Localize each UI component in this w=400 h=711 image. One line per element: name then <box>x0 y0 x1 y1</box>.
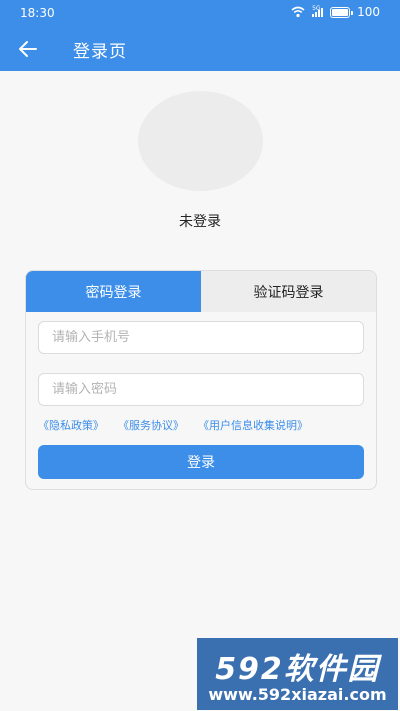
battery-percent: 100 <box>357 5 380 19</box>
tab-code-login[interactable]: 验证码登录 <box>201 271 376 312</box>
status-bar: 18:30 5G 100 <box>0 0 400 27</box>
login-button[interactable]: 登录 <box>38 445 364 479</box>
service-agreement-link[interactable]: 《服务协议》 <box>118 417 184 433</box>
status-time: 18:30 <box>20 6 55 20</box>
signal-icon: 5G <box>312 4 324 17</box>
app-bar: 登录页 <box>0 27 400 71</box>
phone-input[interactable] <box>38 321 364 354</box>
privacy-policy-link[interactable]: 《隐私政策》 <box>38 417 104 433</box>
page-title: 登录页 <box>73 42 127 62</box>
arrow-left-icon[interactable] <box>16 37 40 61</box>
status-icons: 5G 100 <box>291 5 380 19</box>
watermark-logo: 592软件园 www.592xiazai.com <box>197 638 398 710</box>
network-type: 5G <box>312 4 321 12</box>
wifi-icon <box>291 6 305 18</box>
login-tabs: 密码登录 验证码登录 <box>26 271 376 312</box>
battery-fill <box>332 8 349 16</box>
password-input[interactable] <box>38 373 364 406</box>
info-collection-link[interactable]: 《用户信息收集说明》 <box>198 417 308 433</box>
battery-icon <box>330 6 354 18</box>
agreement-links: 《隐私政策》 《服务协议》 《用户信息收集说明》 <box>38 417 308 433</box>
tab-password-login[interactable]: 密码登录 <box>26 271 201 312</box>
watermark-brand: 592软件园 <box>215 652 380 687</box>
watermark-url: www.592xiazai.com <box>208 685 387 704</box>
avatar[interactable] <box>138 91 263 191</box>
login-status-text: 未登录 <box>179 214 221 230</box>
login-card: 密码登录 验证码登录 《隐私政策》 《服务协议》 《用户信息收集说明》 登录 <box>25 270 377 490</box>
